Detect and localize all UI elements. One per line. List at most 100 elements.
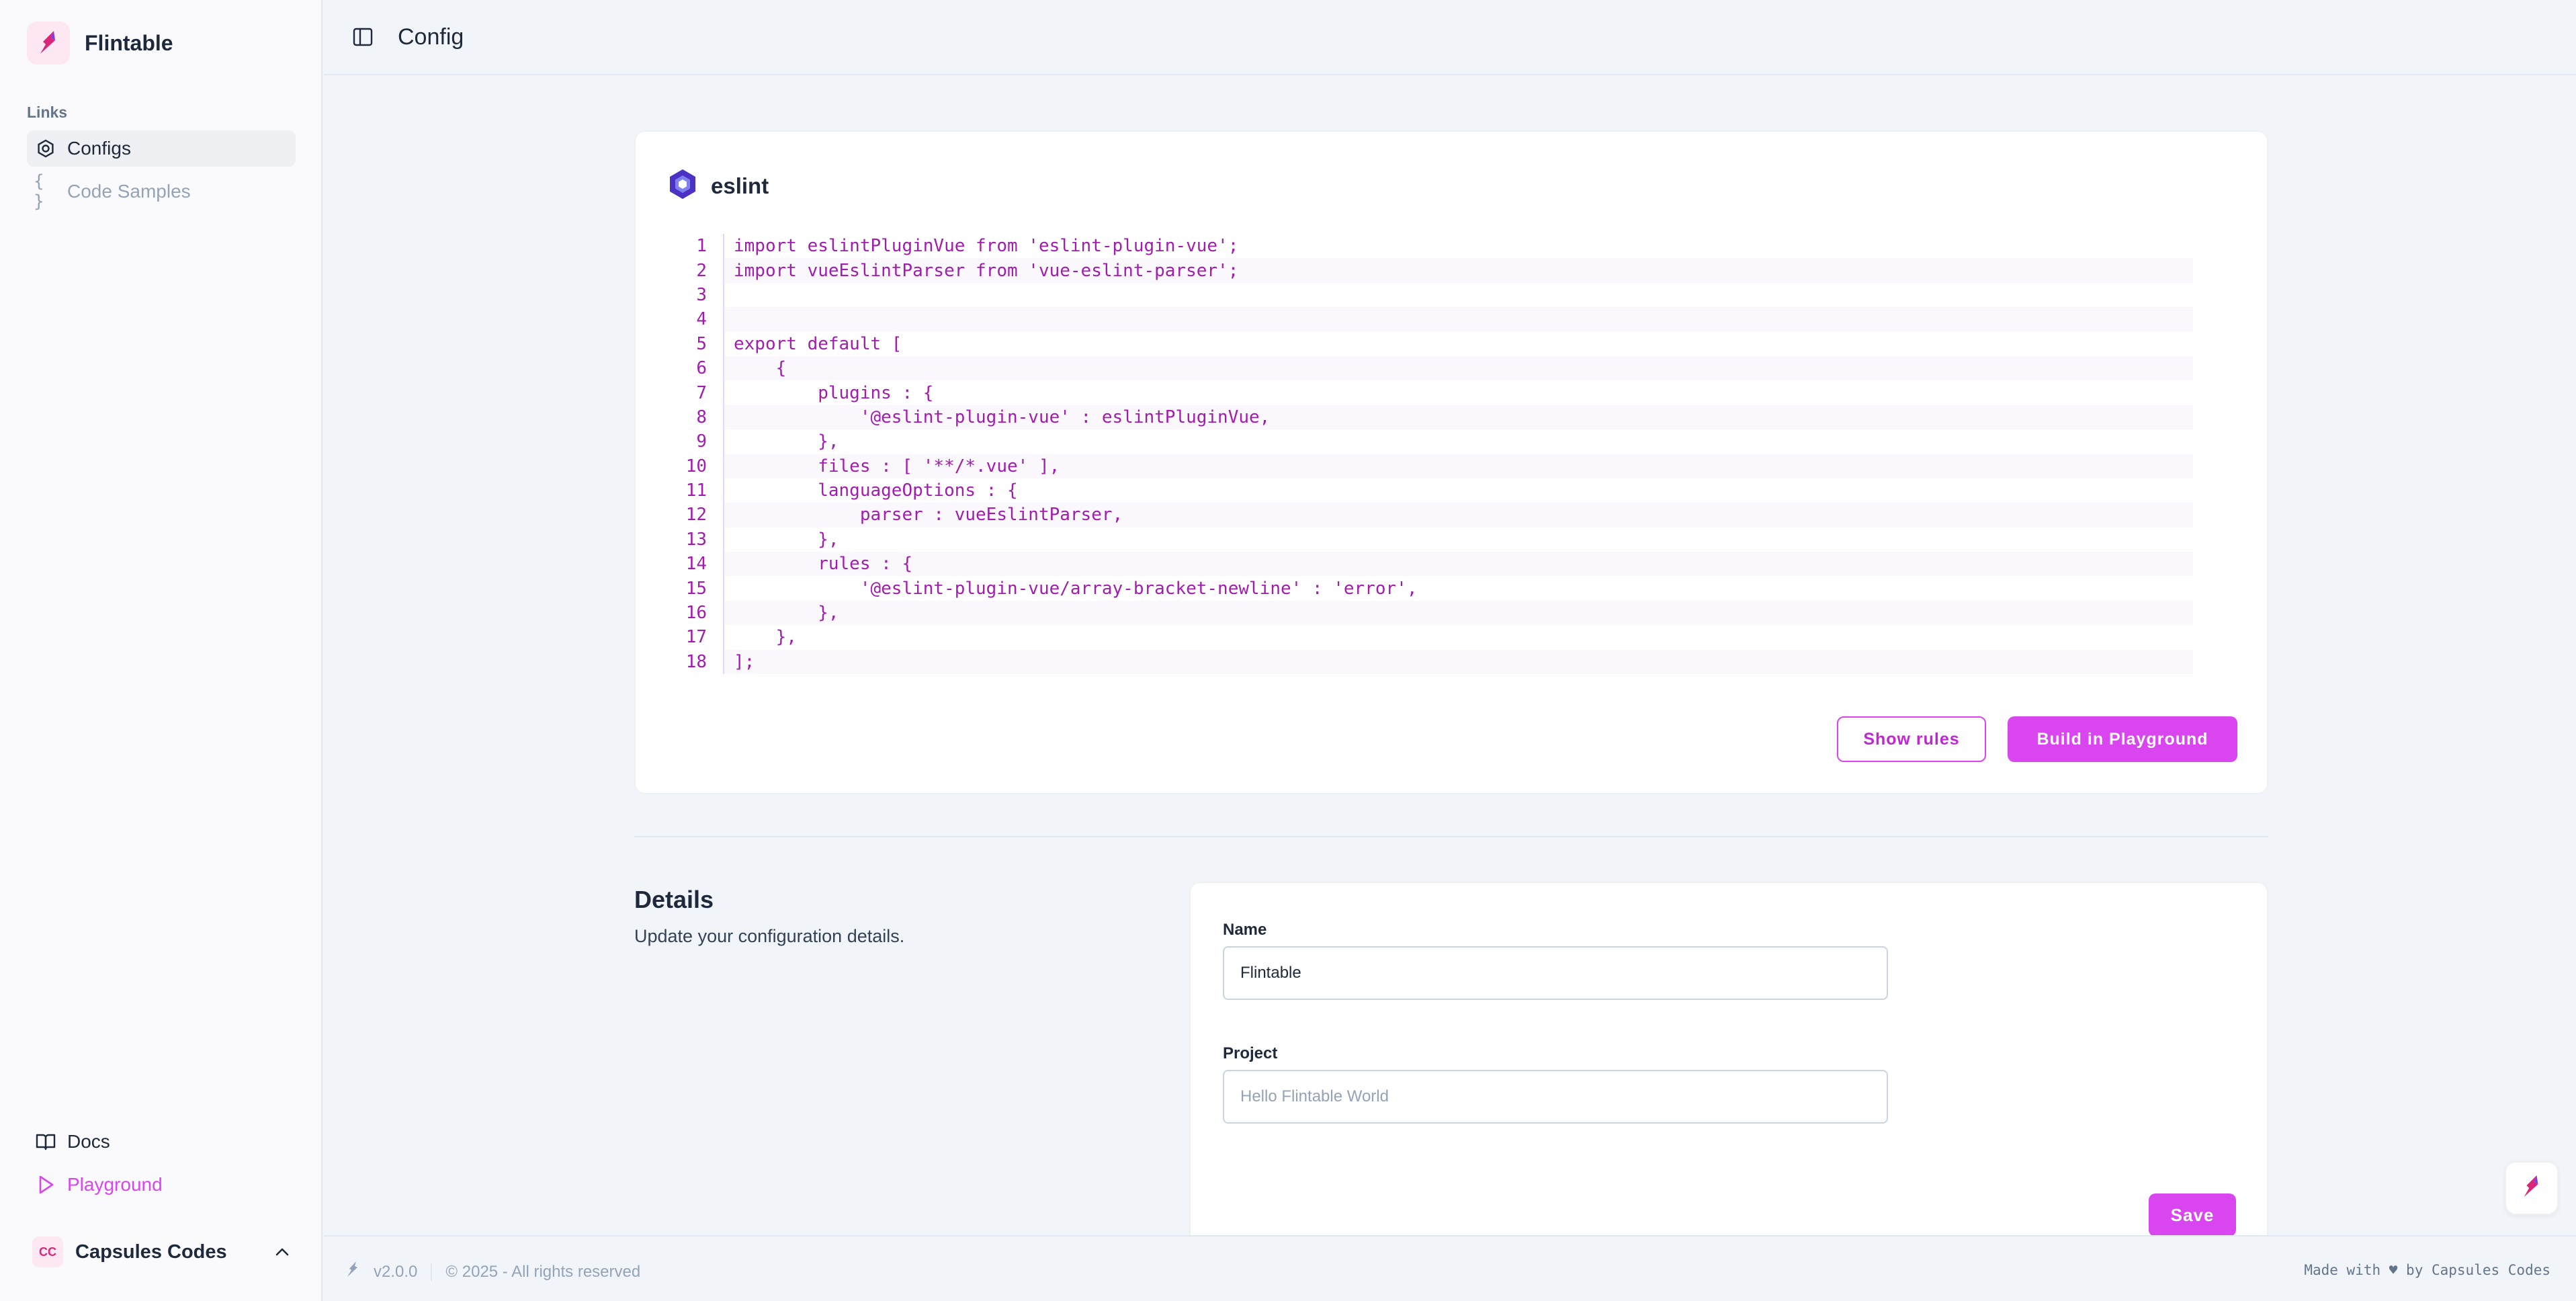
user-name: Capsules Codes <box>75 1241 227 1263</box>
project-field-label: Project <box>1223 1044 1278 1062</box>
code-line: 1 import eslintPluginVue from 'eslint-plu… <box>669 234 2193 259</box>
flintable-logo-icon <box>2520 1173 2543 1204</box>
line-number: 18 <box>685 651 707 672</box>
sidebar-item-playground[interactable]: Playground <box>27 1167 296 1203</box>
top-header: Config <box>324 0 2576 75</box>
line-number: 1 <box>696 236 707 257</box>
sidebar-item-configs[interactable]: Configs <box>27 130 296 167</box>
sidebar: Flintable Links Configs { } Code Samples… <box>0 0 323 1301</box>
links-section-label: Links <box>27 103 68 121</box>
sidebar-item-label: Docs <box>67 1131 110 1152</box>
code-line: 15 '@eslint-plugin-vue/array-bracket-new… <box>669 576 2193 601</box>
line-number: 9 <box>696 431 707 452</box>
footer-left: v2.0.0 © 2025 - All rights reserved <box>345 1261 640 1283</box>
book-icon <box>34 1130 58 1154</box>
sidebar-item-label: Configs <box>67 138 131 159</box>
code-text: '@eslint-plugin-vue' : eslintPluginVue, <box>723 405 2193 430</box>
details-subtitle: Update your configuration details. <box>634 926 905 946</box>
code-text: }, <box>723 429 2193 454</box>
line-number: 12 <box>685 505 707 526</box>
code-line: 9 }, <box>669 429 2193 454</box>
line-number: 6 <box>696 358 707 379</box>
code-line: 10 files : [ '**/*.vue' ], <box>669 454 2193 478</box>
code-text: rules : { <box>723 552 2193 577</box>
project-field[interactable] <box>1223 1070 1888 1124</box>
flintable-logo-icon <box>27 22 70 65</box>
sidebar-item-label: Code Samples <box>67 181 191 202</box>
sidebar-toggle-icon[interactable] <box>349 24 376 50</box>
code-text: { <box>723 355 2193 381</box>
floating-flintable-button[interactable] <box>2505 1161 2559 1215</box>
code-line: 4 <box>669 307 2193 332</box>
code-text: export default [ <box>723 331 2193 356</box>
code-line: 11 languageOptions : { <box>669 478 2193 503</box>
line-number: 7 <box>696 382 707 403</box>
config-card-title: eslint <box>711 173 769 198</box>
code-line: 3 <box>669 282 2193 308</box>
chevron-up-icon <box>269 1239 296 1265</box>
name-field[interactable] <box>1223 946 1888 1000</box>
code-text: import vueEslintParser from 'vue-eslint-… <box>723 258 2193 283</box>
sidebar-item-label: Playground <box>67 1174 163 1195</box>
line-number: 8 <box>696 407 707 427</box>
code-text: files : [ '**/*.vue' ], <box>723 454 2193 478</box>
copyright-text: © 2025 - All rights reserved <box>445 1262 641 1281</box>
line-number: 10 <box>685 456 707 476</box>
code-line: 12 parser : vueEslintParser, <box>669 503 2193 528</box>
config-card-header: eslint <box>667 168 769 204</box>
line-number: 14 <box>685 554 707 575</box>
page-title: Config <box>398 24 464 50</box>
line-number: 4 <box>696 309 707 330</box>
line-number: 11 <box>685 480 707 501</box>
line-number: 3 <box>696 284 707 305</box>
line-number: 5 <box>696 333 707 354</box>
config-card: eslint 1 import eslintPluginVue from 'esl… <box>634 130 2268 794</box>
code-text: import eslintPluginVue from 'eslint-plug… <box>723 234 2193 259</box>
code-text: }, <box>723 527 2193 552</box>
line-number: 13 <box>685 529 707 550</box>
code-text <box>723 282 2193 308</box>
eslint-icon <box>667 168 699 204</box>
brand-name: Flintable <box>85 30 173 55</box>
line-number: 2 <box>696 260 707 281</box>
made-with-text: Made with ♥ by Capsules Codes <box>2304 1262 2550 1278</box>
sidebar-item-docs[interactable]: Docs <box>27 1124 296 1160</box>
name-field-label: Name <box>1223 921 1267 939</box>
hexagon-icon <box>34 136 58 161</box>
code-text: plugins : { <box>723 380 2193 405</box>
code-line: 18]; <box>669 649 2193 675</box>
code-text: }, <box>723 600 2193 626</box>
code-text: '@eslint-plugin-vue/array-bracket-newlin… <box>723 576 2193 601</box>
avatar: CC <box>32 1236 63 1267</box>
line-number: 17 <box>685 627 707 648</box>
flintable-mark-icon <box>345 1261 360 1283</box>
line-number: 16 <box>685 603 707 624</box>
build-in-playground-button[interactable]: Build in Playground <box>2008 716 2237 762</box>
code-block[interactable]: 1 import eslintPluginVue from 'eslint-plu… <box>669 234 2193 675</box>
section-divider <box>634 836 2268 837</box>
code-line: 17 }, <box>669 625 2193 650</box>
footer-separator <box>431 1263 433 1281</box>
brand[interactable]: Flintable <box>27 22 173 65</box>
footer: v2.0.0 © 2025 - All rights reserved Made… <box>324 1235 2576 1301</box>
code-line: 8 '@eslint-plugin-vue' : eslintPluginVue… <box>669 405 2193 430</box>
braces-icon: { } <box>34 171 44 212</box>
save-button[interactable]: Save <box>2149 1193 2236 1236</box>
code-text: languageOptions : { <box>723 478 2193 503</box>
version-text: v2.0.0 <box>374 1262 418 1281</box>
user-menu[interactable]: CC Capsules Codes <box>27 1232 296 1271</box>
line-number: 15 <box>685 578 707 599</box>
code-text: parser : vueEslintParser, <box>723 503 2193 528</box>
code-line: 13 }, <box>669 527 2193 552</box>
code-line: 2 import vueEslintParser from 'vue-eslint… <box>669 258 2193 283</box>
show-rules-button[interactable]: Show rules <box>1837 716 1986 762</box>
sidebar-item-code-samples[interactable]: { } Code Samples <box>27 171 296 212</box>
code-line: 6 { <box>669 355 2193 381</box>
play-icon <box>34 1173 58 1197</box>
code-line: 5 export default [ <box>669 331 2193 356</box>
code-line: 7 plugins : { <box>669 380 2193 405</box>
code-line: 14 rules : { <box>669 552 2193 577</box>
details-title: Details <box>634 886 714 913</box>
code-text: }, <box>723 625 2193 650</box>
code-text: ]; <box>723 649 2193 675</box>
